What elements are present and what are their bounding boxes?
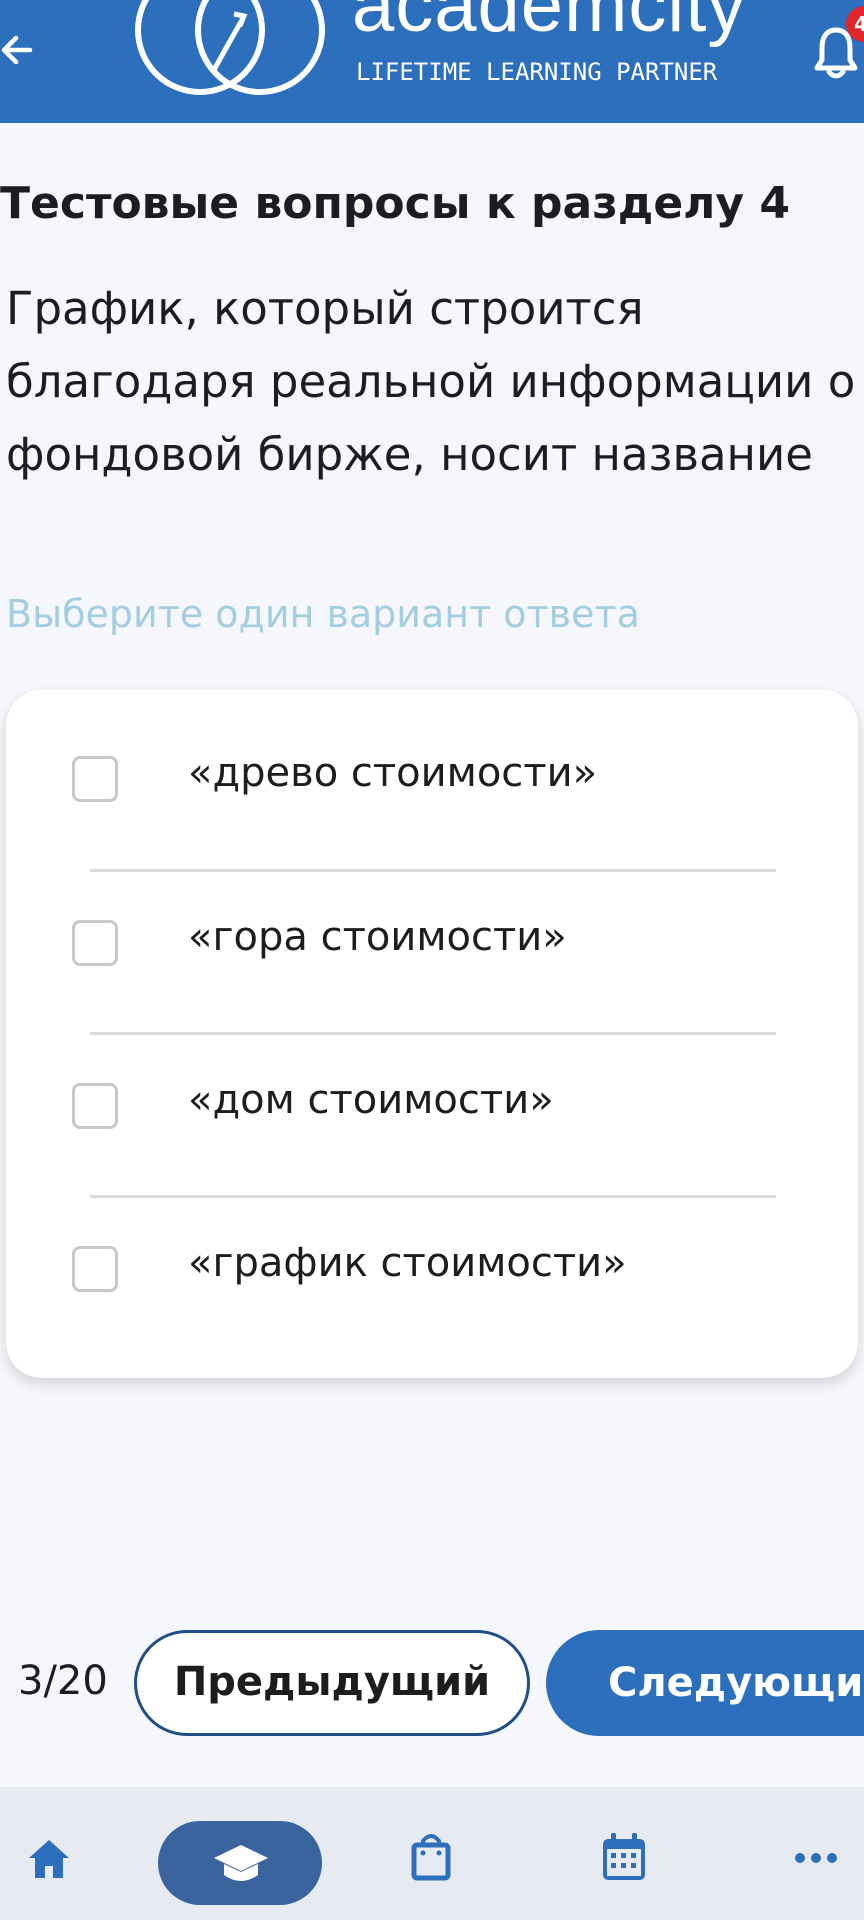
previous-button[interactable]: Предыдущий: [134, 1630, 530, 1736]
logo-icon: [135, 0, 325, 95]
more-icon[interactable]: [794, 1851, 838, 1865]
brand-name: academcity: [352, 0, 747, 48]
answer-option-2[interactable]: «гора стоимости»: [6, 902, 858, 982]
question-text: График, который строится благодаря реаль…: [6, 282, 856, 481]
question-counter: 3/20: [18, 1658, 108, 1704]
app-header: academcity LIFETIME LEARNING PARTNER 4: [0, 0, 864, 123]
option-divider: [90, 1195, 776, 1198]
home-icon[interactable]: [26, 1837, 72, 1881]
answer-option-label: «дом стоимости»: [188, 1077, 554, 1123]
option-divider: [90, 869, 776, 872]
next-button[interactable]: Следующий: [546, 1630, 864, 1736]
answer-option-label: «древо стоимости»: [188, 750, 598, 796]
back-arrow-icon[interactable]: [0, 28, 40, 72]
brand-tagline: LIFETIME LEARNING PARTNER: [356, 58, 718, 86]
shopping-bag-icon[interactable]: [410, 1831, 452, 1881]
answer-option-3[interactable]: «дом стоимости»: [6, 1065, 858, 1145]
answer-option-1[interactable]: «древо стоимости»: [6, 738, 858, 818]
option-divider: [90, 1032, 776, 1035]
answer-checkbox[interactable]: [72, 920, 118, 966]
answer-checkbox[interactable]: [72, 756, 118, 802]
bottom-navigation: [0, 1787, 864, 1920]
answer-checkbox[interactable]: [72, 1083, 118, 1129]
answer-option-label: «график стоимости»: [188, 1240, 627, 1286]
answer-option-label: «гора стоимости»: [188, 914, 567, 960]
answer-options-card: «древо стоимости» «гора стоимости» «дом …: [6, 690, 858, 1378]
answer-hint: Выберите один вариант ответа: [6, 592, 640, 636]
answer-option-4[interactable]: «график стоимости»: [6, 1228, 858, 1308]
graduation-cap-icon[interactable]: [212, 1841, 270, 1887]
calendar-icon[interactable]: [600, 1831, 648, 1883]
section-title: Тестовые вопросы к разделу 4: [0, 178, 791, 229]
answer-checkbox[interactable]: [72, 1246, 118, 1292]
